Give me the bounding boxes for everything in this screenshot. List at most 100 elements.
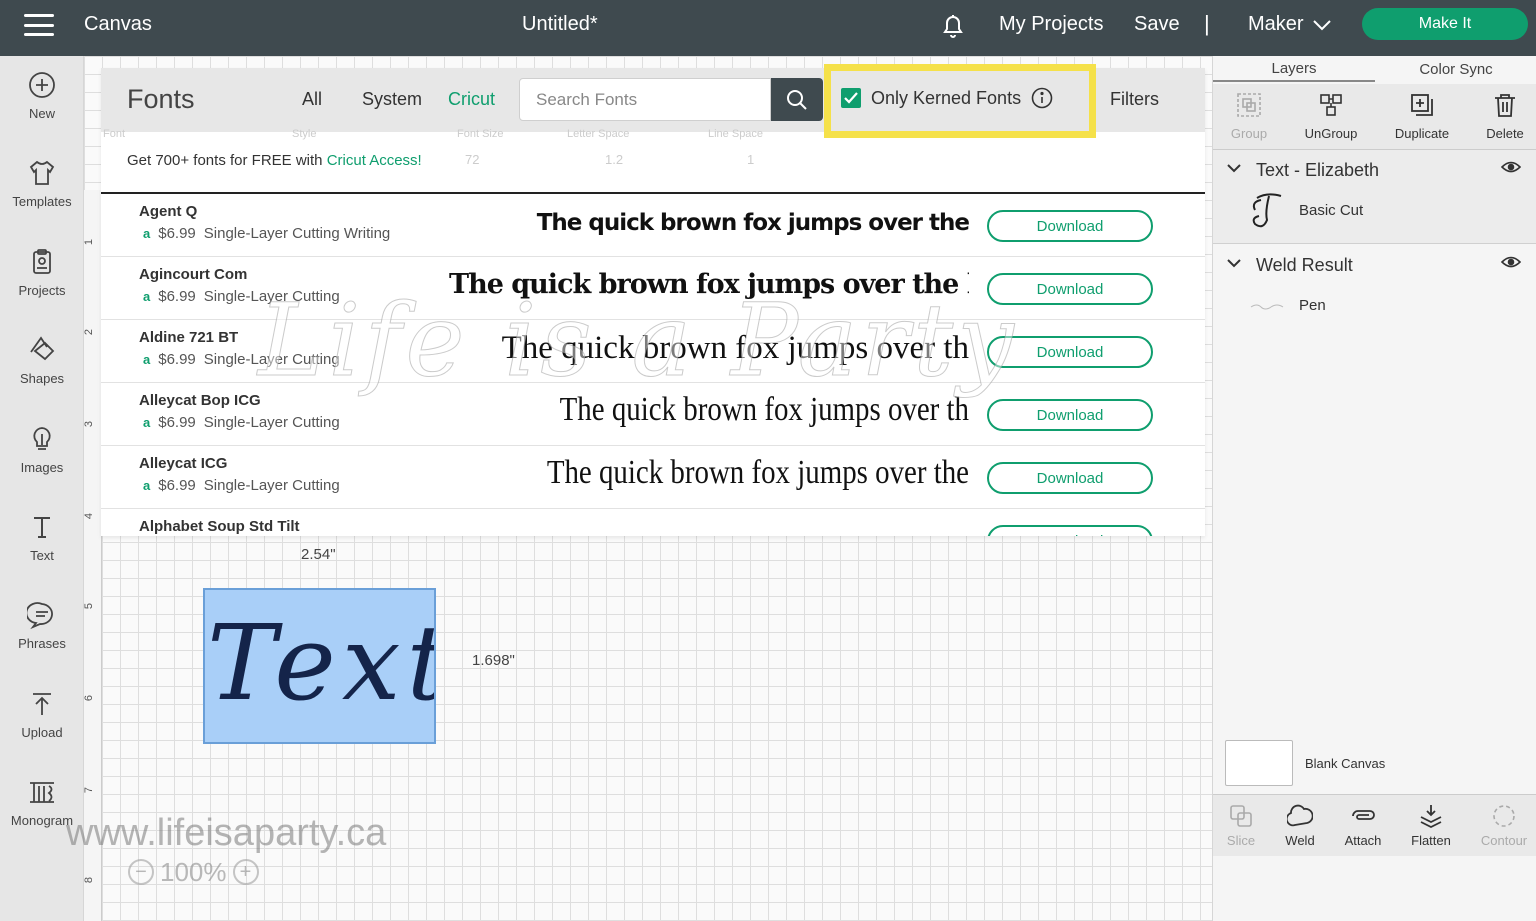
tab-system[interactable]: System: [362, 89, 422, 110]
layer-group-text-elizabeth[interactable]: Text - Elizabeth Basic Cut: [1213, 150, 1536, 244]
search-button[interactable]: [771, 78, 823, 121]
font-meta: a $6.99 Single-Layer Cutting Writing: [143, 225, 390, 242]
sidebar-item-upload[interactable]: Upload: [0, 675, 84, 755]
ghost-letter-space-label: Letter Space: [567, 128, 630, 140]
width-dimension: 2.54": [301, 546, 336, 563]
ghost-line-value: 1: [747, 152, 755, 167]
filters-button[interactable]: Filters: [1110, 89, 1159, 110]
chevron-down-icon[interactable]: [1227, 258, 1241, 268]
layer-item-name: Basic Cut: [1299, 202, 1364, 219]
flatten-button[interactable]: Flatten: [1399, 803, 1463, 848]
bottom-toolbar: Slice Weld Attach Flatten Contour: [1213, 794, 1536, 856]
zoom-out-icon[interactable]: −: [128, 859, 154, 885]
left-sidebar: New Templates Projects Shapes Images Tex…: [0, 56, 84, 921]
layers-toolbar: Group UnGroup Duplicate Delete: [1213, 84, 1536, 150]
layer-group-weld-result[interactable]: Weld Result Pen: [1213, 245, 1536, 333]
only-kerned-checkbox[interactable]: Only Kerned Fonts: [841, 87, 1053, 109]
tab-layers[interactable]: Layers: [1213, 56, 1375, 82]
font-sample: The quick brown fox jumps over the: [536, 210, 969, 236]
sidebar-item-text[interactable]: Text: [0, 498, 84, 578]
tab-cricut[interactable]: Cricut: [448, 89, 495, 110]
blank-canvas-swatch: [1225, 740, 1293, 786]
sidebar-item-new[interactable]: New: [0, 56, 84, 136]
my-projects-link[interactable]: My Projects: [999, 13, 1103, 36]
chevron-down-icon[interactable]: [1227, 163, 1241, 173]
font-name: Alphabet Soup Std Tilt: [139, 518, 300, 535]
font-price: $6.99: [158, 288, 196, 305]
font-price: $6.99: [158, 477, 196, 494]
layer-header[interactable]: Weld Result: [1213, 245, 1536, 285]
slice-icon: [1230, 805, 1252, 827]
sidebar-item-images[interactable]: Images: [0, 410, 84, 490]
sidebar-item-shapes[interactable]: Shapes: [0, 321, 84, 401]
download-button[interactable]: Download: [987, 399, 1153, 431]
zoom-in-icon[interactable]: +: [232, 859, 259, 885]
sidebar-label: Projects: [18, 283, 66, 298]
sidebar-item-phrases[interactable]: Phrases: [0, 586, 84, 666]
eye-icon[interactable]: [1501, 160, 1521, 174]
machine-label: Maker: [1248, 13, 1304, 35]
font-type: Single-Layer Cutting: [203, 414, 340, 431]
search-fonts-input[interactable]: [519, 78, 771, 121]
sidebar-label: New: [28, 106, 55, 121]
attach-button[interactable]: Attach: [1331, 803, 1395, 848]
ruler-number: 3: [83, 420, 96, 428]
download-button[interactable]: Download: [987, 462, 1153, 494]
ungroup-button[interactable]: UnGroup: [1293, 92, 1369, 141]
weld-icon: [1287, 804, 1313, 827]
duplicate-button[interactable]: Duplicate: [1384, 92, 1460, 141]
sidebar-label: Templates: [12, 194, 72, 209]
font-row-agent-q[interactable]: Agent Q a $6.99 Single-Layer Cutting Writi…: [101, 194, 1205, 257]
slice-button[interactable]: Slice: [1209, 803, 1273, 848]
sidebar-label: Images: [20, 460, 64, 475]
document-title[interactable]: Untitled*: [522, 13, 598, 36]
contour-button[interactable]: Contour: [1472, 803, 1536, 848]
speech-bubble-icon: [27, 602, 53, 630]
text-thumbnail-icon: [1252, 193, 1282, 228]
watermark-script: Life is a Party: [258, 282, 1018, 400]
delete-button[interactable]: Delete: [1467, 92, 1536, 141]
cricut-access-icon: a: [143, 415, 151, 430]
cricut-access-link[interactable]: Cricut Access!: [327, 152, 422, 169]
download-button[interactable]: Download: [987, 210, 1153, 242]
tab-color-sync[interactable]: Color Sync: [1375, 56, 1536, 82]
tab-all[interactable]: All: [302, 89, 322, 110]
tool-label: Duplicate: [1394, 126, 1450, 141]
ruler-number: 8: [83, 876, 96, 884]
machine-selector[interactable]: Maker: [1248, 13, 1332, 36]
download-button[interactable]: Download: [987, 525, 1153, 536]
sidebar-label: Upload: [21, 725, 63, 740]
shirt-icon: [29, 160, 55, 185]
blank-canvas-item[interactable]: Blank Canvas: [1225, 740, 1385, 786]
hamburger-menu-icon[interactable]: [24, 14, 54, 36]
layer-header[interactable]: Text - Elizabeth: [1213, 150, 1536, 190]
save-button[interactable]: Save: [1134, 13, 1180, 36]
make-it-button[interactable]: Make It: [1362, 8, 1528, 40]
cricut-access-icon: a: [143, 289, 151, 304]
paperclip-icon: [1352, 810, 1375, 820]
clipboard-icon: [33, 249, 51, 274]
ghost-line-space-label: Line Space: [708, 128, 764, 140]
tool-label: Weld: [1285, 833, 1315, 848]
layer-item-basic-cut[interactable]: Basic Cut: [1213, 190, 1536, 236]
tool-label: UnGroup: [1304, 126, 1358, 141]
weld-button[interactable]: Weld: [1268, 803, 1332, 848]
font-price: $6.99: [158, 414, 196, 431]
fonts-header: Fonts All System Cricut Only Kerned Font…: [101, 64, 1205, 138]
info-icon[interactable]: [1031, 87, 1053, 109]
layer-item-pen[interactable]: Pen: [1213, 285, 1536, 331]
font-row-alphabet-soup-std-tilt[interactable]: Alphabet Soup Std Tilt Download: [101, 509, 1205, 536]
bell-icon[interactable]: [940, 12, 966, 40]
font-row-alleycat-icg[interactable]: Alleycat ICG a $6.99 Single-Layer Cutting …: [101, 446, 1205, 509]
monogram-icon: [30, 782, 54, 803]
flatten-icon: [1420, 805, 1442, 829]
search-icon: [787, 89, 807, 110]
group-button[interactable]: Group: [1211, 92, 1287, 141]
font-type: Single-Layer Cutting Writing: [203, 225, 391, 242]
sidebar-item-templates[interactable]: Templates: [0, 144, 84, 224]
selected-text-object[interactable]: Text: [203, 588, 436, 744]
eye-icon[interactable]: [1501, 255, 1521, 269]
sidebar-item-projects[interactable]: Projects: [0, 233, 84, 313]
font-name: Alleycat Bop ICG: [139, 392, 261, 409]
cricut-access-promo: Get 700+ fonts for FREE with Cricut Acce…: [127, 152, 422, 169]
